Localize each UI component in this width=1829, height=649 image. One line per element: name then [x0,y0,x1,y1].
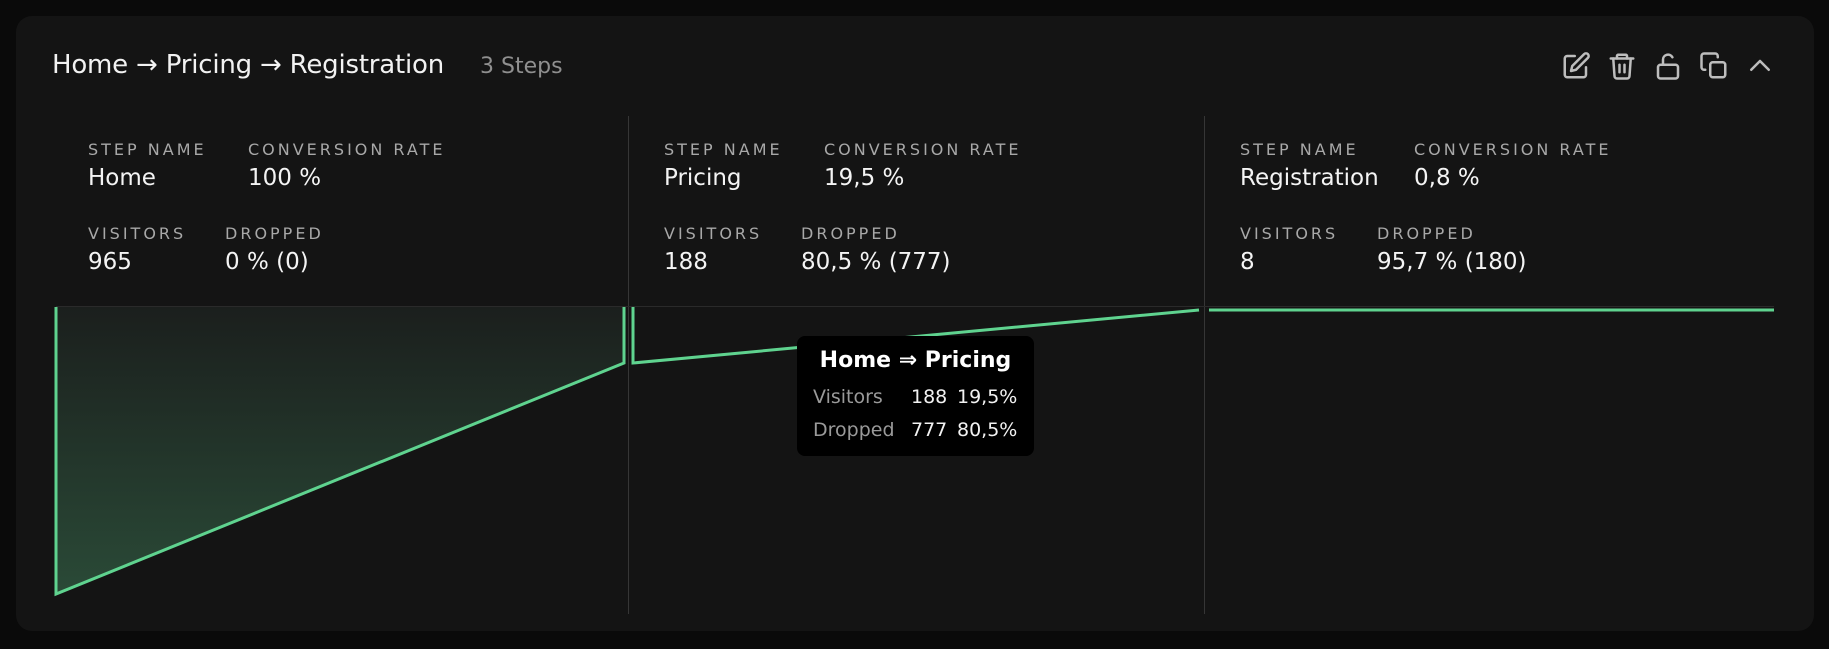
dropped-stat: DROPPED 80,5 % (777) [801,224,951,275]
tooltip-dropped-row: Dropped 777 80,5% [813,414,1018,447]
visitors-stat: VISITORS 965 [88,224,186,275]
tooltip-dropped-count: 777 [911,419,948,441]
tooltip-visitors-count: 188 [911,386,948,408]
conversion-rate-value: 0,8 % [1414,165,1480,191]
funnel-title: Home → Pricing → Registration [52,50,445,80]
conversion-rate-stat: CONVERSION RATE 0,8 % [1414,140,1611,191]
tooltip-visitors-label: Visitors [813,386,883,408]
tooltip-visitors-row: Visitors 188 19,5% [813,381,1018,414]
visitors-label: VISITORS [88,224,187,243]
dropped-stat: DROPPED 95,7 % (180) [1377,224,1527,275]
funnel-header: Home → Pricing → Registration 3 Steps [52,50,563,80]
tooltip-title: Home ⇒ Pricing [819,348,1012,373]
dropped-stat: DROPPED 0 % (0) [225,224,324,275]
visitors-label: VISITORS [664,224,763,243]
step-divider [628,116,629,614]
step-name-stat: STEP NAME Pricing [664,140,783,191]
funnel-card: Home → Pricing → Registration 3 Steps ST… [16,16,1814,631]
dropped-label: DROPPED [801,224,900,243]
tooltip-visitors-pct: 19,5% [957,386,1018,408]
visitors-value: 8 [1240,249,1255,275]
conversion-rate-label: CONVERSION RATE [1414,140,1612,159]
dropped-label: DROPPED [225,224,324,243]
steps-count: 3 Steps [480,54,563,79]
step-name-label: STEP NAME [1240,140,1359,159]
visitors-stat: VISITORS 8 [1240,224,1338,275]
conversion-rate-value: 19,5 % [824,165,905,191]
visitors-value: 965 [88,249,132,275]
conversion-rate-label: CONVERSION RATE [824,140,1022,159]
step-name-stat: STEP NAME Registration [1240,140,1379,191]
step-name-value: Pricing [664,165,742,191]
conversion-rate-stat: CONVERSION RATE 19,5 % [824,140,1021,191]
conversion-rate-label: CONVERSION RATE [248,140,446,159]
visitors-label: VISITORS [1240,224,1339,243]
trash-icon[interactable] [1606,50,1638,82]
dropped-value: 80,5 % (777) [801,249,951,275]
funnel-segment-1 [54,307,626,597]
edit-icon[interactable] [1560,50,1592,82]
visitors-stat: VISITORS 188 [664,224,762,275]
unlock-icon[interactable] [1652,50,1684,82]
step-name-stat: STEP NAME Home [88,140,207,191]
dropped-label: DROPPED [1377,224,1476,243]
funnel-chart [54,307,1774,597]
step-tooltip: Home ⇒ Pricing Visitors 188 19,5% Droppe… [797,336,1034,456]
chart-baseline [56,306,1774,307]
copy-icon[interactable] [1698,50,1730,82]
conversion-rate-stat: CONVERSION RATE 100 % [248,140,445,191]
tooltip-dropped-pct: 80,5% [957,419,1018,441]
step-name-value: Home [88,165,156,191]
step-name-value: Registration [1240,165,1379,191]
tooltip-dropped-label: Dropped [813,419,895,441]
funnel-actions [1560,50,1776,82]
dropped-value: 95,7 % (180) [1377,249,1527,275]
step-name-label: STEP NAME [88,140,207,159]
step-divider [1204,116,1205,614]
conversion-rate-value: 100 % [248,165,322,191]
step-name-label: STEP NAME [664,140,783,159]
chevron-up-icon[interactable] [1744,50,1776,82]
visitors-value: 188 [664,249,708,275]
dropped-value: 0 % (0) [225,249,309,275]
